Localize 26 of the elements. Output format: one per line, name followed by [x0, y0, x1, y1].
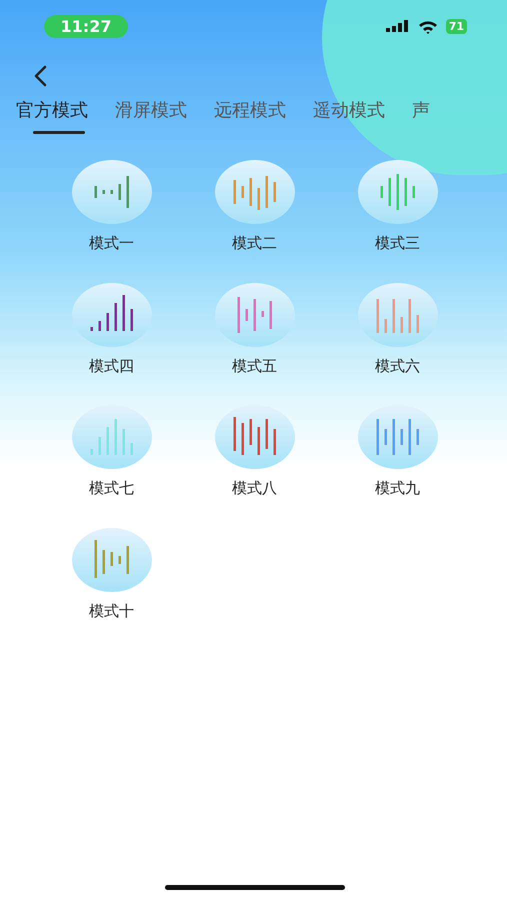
signal-icon [386, 20, 410, 34]
wifi-icon [418, 20, 438, 34]
mode-tab[interactable]: 遥动模式 [313, 97, 385, 134]
back-icon[interactable] [33, 65, 47, 87]
waveform-button[interactable] [72, 160, 152, 224]
mode-label: 模式七 [89, 478, 134, 499]
mode-label: 模式八 [232, 478, 277, 499]
battery-level: 71 [446, 19, 467, 34]
mode-tab[interactable]: 远程模式 [214, 97, 286, 134]
waveform-button[interactable] [72, 282, 152, 346]
mode-label: 模式六 [375, 356, 420, 376]
waveform-button[interactable] [72, 528, 152, 592]
mode-tab[interactable]: 声 [412, 97, 430, 134]
mode-label: 模式五 [232, 356, 277, 376]
mode-label: 模式二 [232, 233, 277, 254]
mode-label: 模式三 [375, 233, 420, 254]
mode-tab[interactable]: 滑屏模式 [115, 97, 187, 134]
waveform-button[interactable] [214, 405, 294, 469]
tab-underline [33, 131, 85, 134]
mode-label: 模式四 [89, 356, 134, 376]
status-time: 11:27 [44, 15, 128, 38]
mode-label: 模式十 [89, 600, 134, 622]
mode-label: 模式九 [375, 478, 420, 499]
mode-tab[interactable]: 官方模式 [16, 97, 88, 134]
mode-label: 模式一 [89, 233, 134, 254]
waveform-button[interactable] [358, 405, 438, 469]
